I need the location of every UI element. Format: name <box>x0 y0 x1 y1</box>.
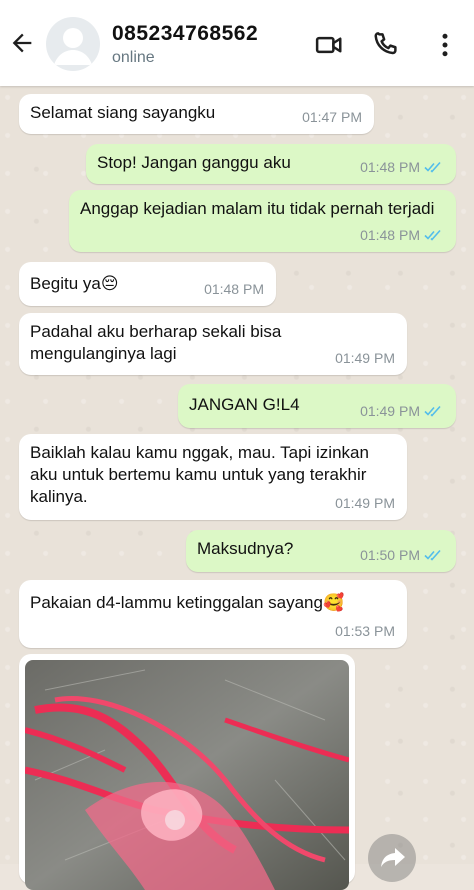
photo-image <box>25 660 349 890</box>
message-bubble-incoming[interactable]: Padahal aku berharap sekali bisa mengula… <box>19 313 407 375</box>
read-ticks-icon <box>424 161 441 173</box>
avatar[interactable] <box>46 17 100 71</box>
message-text: Maksudnya? <box>197 539 294 558</box>
message-bubble-incoming[interactable]: Selamat siang sayangku 01:47 PM <box>19 94 374 134</box>
read-ticks-icon <box>424 549 441 561</box>
contact-name[interactable]: 085234768562 <box>112 22 258 46</box>
message-text: Padahal aku berharap sekali bisa mengula… <box>30 322 282 363</box>
message-time: 01:47 PM <box>302 109 362 125</box>
message-bubble-outgoing[interactable]: JANGAN G!L4 01:49 PM <box>178 384 456 428</box>
message-text: Stop! Jangan ganggu aku <box>97 153 291 172</box>
message-time: 01:53 PM <box>335 623 395 639</box>
message-time: 01:48 PM <box>360 227 420 243</box>
message-text: Baiklah kalau kamu nggak, mau. Tapi izin… <box>30 443 369 506</box>
message-bubble-outgoing[interactable]: Maksudnya? 01:50 PM <box>186 530 456 572</box>
chat-header: 085234768562 online <box>0 0 474 86</box>
read-ticks-icon <box>424 229 441 241</box>
message-bubble-outgoing[interactable]: Stop! Jangan ganggu aku 01:48 PM <box>86 144 456 184</box>
video-call-icon[interactable] <box>314 30 344 60</box>
message-text: Anggap kejadian malam itu tidak pernah t… <box>80 199 435 218</box>
message-time: 01:49 PM <box>360 403 420 419</box>
message-time: 01:49 PM <box>335 495 395 511</box>
message-text: JANGAN G!L4 <box>189 395 300 414</box>
message-time: 01:49 PM <box>335 350 395 366</box>
message-bubble-incoming[interactable]: Pakaian d4-lammu ketinggalan sayang🥰 01:… <box>19 580 407 648</box>
message-time: 01:48 PM <box>204 281 264 297</box>
phone-icon[interactable] <box>371 30 401 60</box>
message-time: 01:48 PM <box>360 159 420 175</box>
read-ticks-icon <box>424 405 441 417</box>
message-text: Begitu ya😔 <box>30 274 119 293</box>
message-text: Pakaian d4-lammu ketinggalan sayang🥰 <box>30 593 345 612</box>
message-bubble-incoming[interactable]: Baiklah kalau kamu nggak, mau. Tapi izin… <box>19 434 407 520</box>
back-arrow-icon[interactable] <box>8 29 36 57</box>
photo-thumbnail[interactable] <box>25 660 349 890</box>
more-vertical-icon[interactable] <box>430 30 460 60</box>
message-time: 01:50 PM <box>360 547 420 563</box>
message-image-incoming[interactable] <box>19 654 355 890</box>
message-text: Selamat siang sayangku <box>30 103 216 122</box>
forward-icon <box>381 848 405 867</box>
message-bubble-outgoing[interactable]: Anggap kejadian malam itu tidak pernah t… <box>69 190 456 252</box>
contact-status: online <box>112 49 155 66</box>
message-bubble-incoming[interactable]: Begitu ya😔 01:48 PM <box>19 262 276 306</box>
avatar-placeholder-icon <box>54 28 92 65</box>
forward-button[interactable] <box>368 834 416 882</box>
